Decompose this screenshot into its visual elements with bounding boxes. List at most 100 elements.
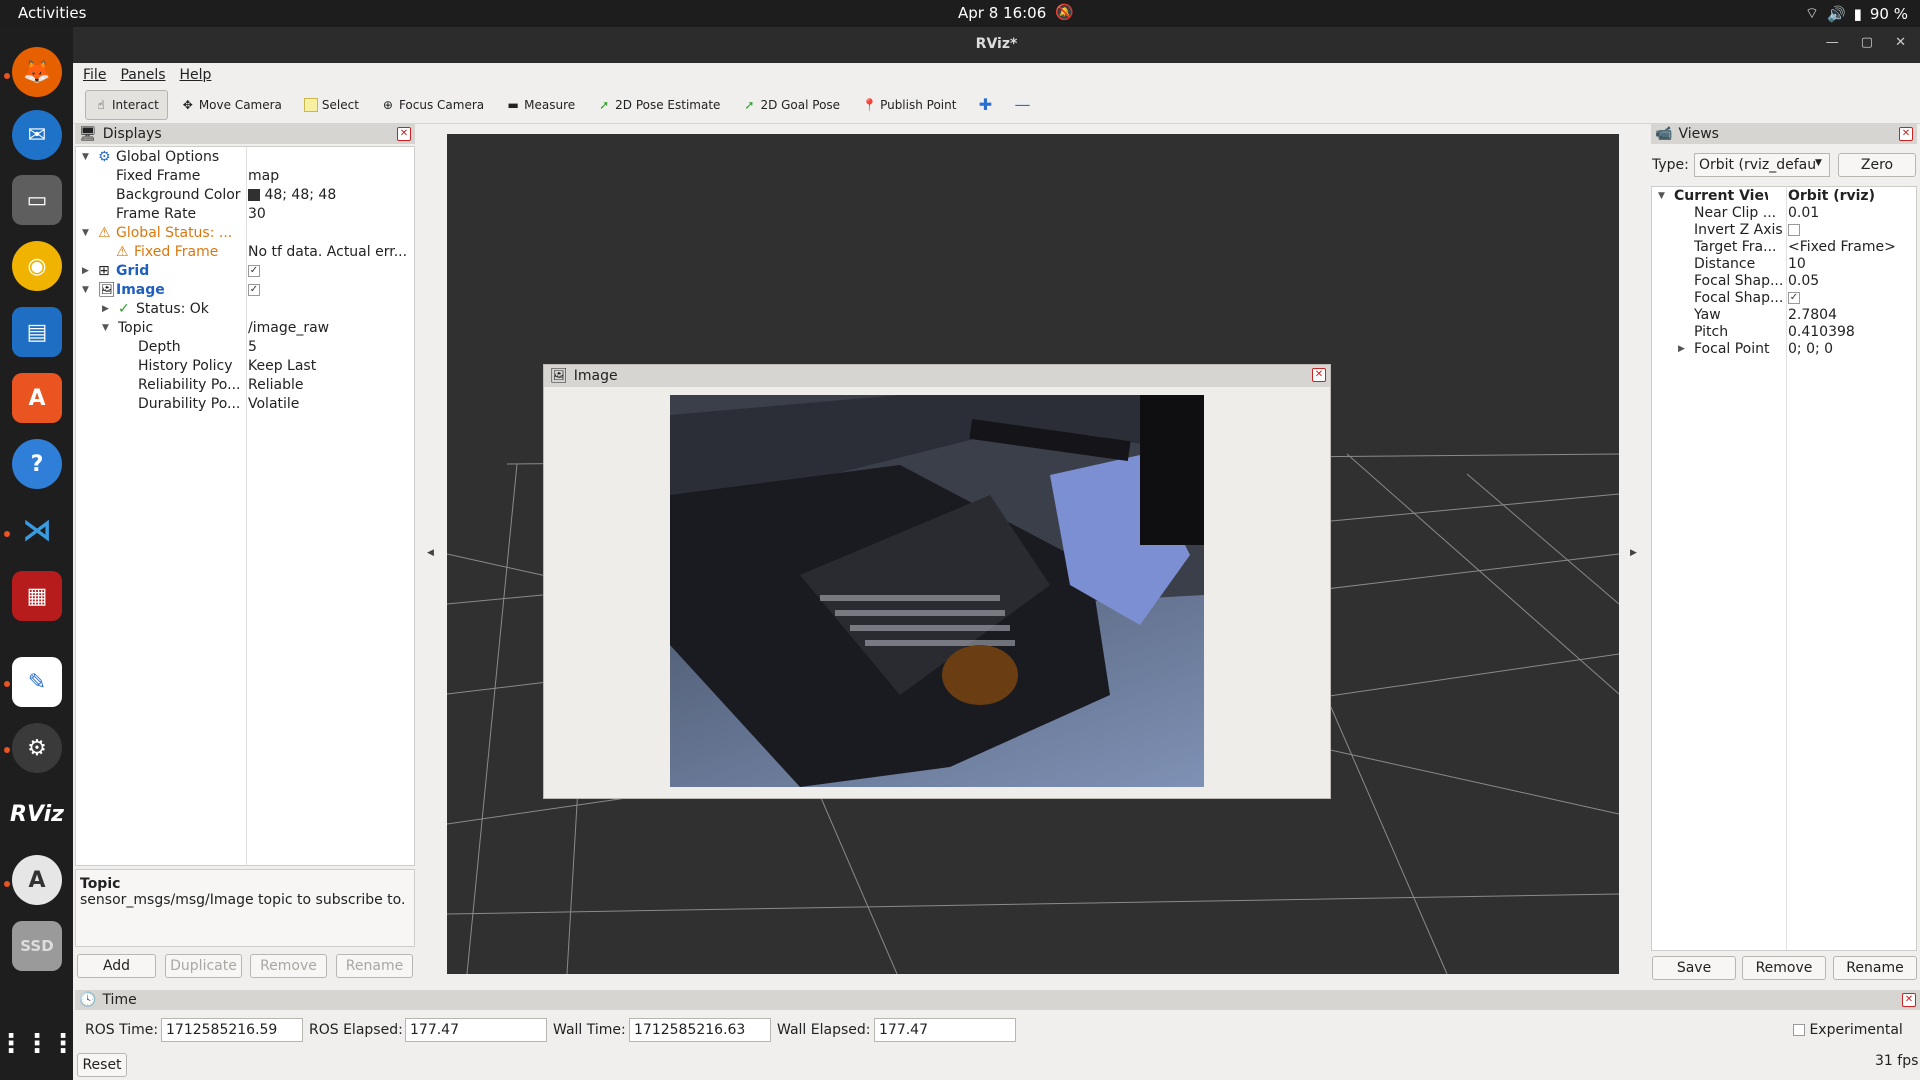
tree-row-history-policy[interactable]: History Policy Keep Last — [76, 357, 414, 376]
maximize-icon[interactable]: ▢ — [1861, 35, 1873, 50]
tree-row-target-frame[interactable]: Target Fra... <Fixed Frame> — [1652, 239, 1916, 256]
close-image-window-icon[interactable]: ✕ — [1312, 368, 1326, 382]
thunderbird-icon[interactable]: ✉ — [12, 110, 62, 160]
color-swatch — [248, 189, 260, 201]
remove-view-button[interactable]: Remove — [1742, 956, 1826, 980]
tree-row-current-view[interactable]: ▼ Current View Orbit (rviz) — [1652, 188, 1916, 205]
tree-row-depth[interactable]: Depth 5 — [76, 338, 414, 357]
text-editor-icon[interactable]: ✎ — [12, 657, 62, 707]
select-tool[interactable]: Select — [295, 90, 368, 120]
tree-row-fixed-frame-error[interactable]: ⚠ Fixed Frame No tf data. Actual err... — [76, 243, 414, 262]
menu-help[interactable]: Help — [180, 67, 212, 83]
experimental-checkbox[interactable] — [1793, 1024, 1805, 1036]
invert-z-checkbox[interactable] — [1788, 224, 1800, 236]
wall-time-field[interactable]: 1712585216.63 — [629, 1018, 771, 1042]
tree-row-status-ok[interactable]: ▶ ✓ Status: Ok — [76, 300, 414, 319]
ros-elapsed-field[interactable]: 177.47 — [405, 1018, 547, 1042]
firefox-icon[interactable]: 🦊 — [12, 47, 62, 97]
rename-display-button[interactable]: Rename — [336, 954, 413, 978]
collapse-arrow-icon[interactable]: ▶ — [1678, 341, 1685, 358]
tree-row-yaw[interactable]: Yaw 2.7804 — [1652, 307, 1916, 324]
expand-arrow-icon[interactable]: ▼ — [102, 319, 109, 338]
measure-tool[interactable]: ▬ Measure — [497, 90, 584, 120]
terminal-app-icon[interactable]: ▦ — [12, 571, 62, 621]
publish-point-tool[interactable]: 📍 Publish Point — [853, 90, 965, 120]
close-icon[interactable]: ✕ — [1895, 35, 1906, 50]
writer-icon[interactable]: ▤ — [12, 307, 62, 357]
view-type-select[interactable]: Orbit (rviz_defau — [1694, 153, 1830, 177]
add-tool-button[interactable]: ✚ — [969, 90, 1001, 120]
files-icon[interactable]: ▭ — [12, 175, 62, 225]
tree-row-topic[interactable]: ▼ Topic /image_raw — [76, 319, 414, 338]
tree-row-focal-shape-size[interactable]: Focal Shap... 0.05 — [1652, 273, 1916, 290]
wall-elapsed-field[interactable]: 177.47 — [874, 1018, 1016, 1042]
close-panel-icon[interactable]: ✕ — [397, 127, 411, 141]
tree-row-pitch[interactable]: Pitch 0.410398 — [1652, 324, 1916, 341]
collapse-arrow-icon[interactable]: ▶ — [102, 300, 109, 319]
tree-row-grid[interactable]: ▶ ⊞ Grid ✓ — [76, 262, 414, 281]
interact-tool[interactable]: ☝ Interact — [85, 90, 168, 120]
window-title-bar: RViz* — ▢ ✕ — [73, 27, 1920, 63]
remove-display-button[interactable]: Remove — [250, 954, 327, 978]
activities-button[interactable]: Activities — [18, 4, 86, 22]
close-panel-icon[interactable]: ✕ — [1899, 127, 1913, 141]
focus-camera-tool[interactable]: ⊕ Focus Camera — [372, 90, 493, 120]
menu-panels[interactable]: Panels — [120, 67, 165, 83]
save-view-button[interactable]: Save — [1652, 956, 1736, 980]
image-enabled-checkbox[interactable]: ✓ — [248, 284, 260, 296]
collapse-arrow-icon[interactable]: ▶ — [82, 262, 89, 281]
close-panel-icon[interactable]: ✕ — [1902, 993, 1916, 1007]
menu-file[interactable]: File — [83, 67, 106, 83]
remove-tool-button[interactable]: — — [1005, 90, 1037, 120]
system-top-bar: Activities Apr 8 16:06 🔕 ⌔ 🔊 ▮ 90 % — [0, 0, 1920, 27]
tree-row-global-options[interactable]: ▼ ⚙ Global Options — [76, 148, 414, 167]
monitor-icon: 🖥 — [79, 126, 97, 142]
rviz-icon[interactable]: RViz — [10, 789, 64, 839]
software-updater-icon[interactable]: A — [12, 855, 62, 905]
image-view-window[interactable]: 🖼 Image ✕ — [543, 364, 1331, 799]
tree-row-near-clip[interactable]: Near Clip ... 0.01 — [1652, 205, 1916, 222]
hand-cursor-icon: ☝ — [97, 98, 105, 112]
experimental-toggle[interactable]: Experimental — [1793, 1022, 1903, 1038]
expand-arrow-icon[interactable]: ▼ — [82, 224, 89, 243]
system-tray[interactable]: ⌔ 🔊 ▮ 90 % — [1805, 4, 1908, 23]
pose-estimate-tool[interactable]: ➚ 2D Pose Estimate — [588, 90, 729, 120]
minimize-icon[interactable]: — — [1826, 35, 1839, 50]
grid-enabled-checkbox[interactable]: ✓ — [248, 265, 260, 277]
tree-row-image[interactable]: ▼ 🖼 Image ✓ — [76, 281, 414, 300]
move-camera-tool[interactable]: ✥ Move Camera — [172, 90, 291, 120]
ros-time-field[interactable]: 1712585216.59 — [161, 1018, 303, 1042]
rename-view-button[interactable]: Rename — [1833, 956, 1917, 980]
tree-row-background-color[interactable]: Background Color 48; 48; 48 — [76, 186, 414, 205]
expand-arrow-icon[interactable]: ▼ — [1658, 188, 1665, 205]
tree-row-focal-point[interactable]: ▶ Focal Point 0; 0; 0 — [1652, 341, 1916, 358]
focal-shape-checkbox[interactable]: ✓ — [1788, 292, 1800, 304]
rhythmbox-icon[interactable]: ◉ — [12, 241, 62, 291]
tree-row-durability[interactable]: Durability Po... Volatile — [76, 395, 414, 414]
tree-row-fixed-frame[interactable]: Fixed Frame map — [76, 167, 414, 186]
ssd-drive-icon[interactable]: SSD — [12, 921, 62, 971]
duplicate-display-button[interactable]: Duplicate — [165, 954, 242, 978]
goal-pose-tool[interactable]: ➚ 2D Goal Pose — [733, 90, 849, 120]
collapse-right-icon[interactable]: ▶ — [1630, 548, 1637, 558]
help-icon[interactable]: ? — [12, 439, 62, 489]
ruler-icon: ▬ — [507, 98, 519, 112]
settings-icon[interactable]: ⚙ — [12, 723, 62, 773]
expand-arrow-icon[interactable]: ▼ — [82, 281, 89, 300]
add-display-button[interactable]: Add — [77, 954, 156, 978]
tree-row-invert-z[interactable]: Invert Z Axis — [1652, 222, 1916, 239]
zero-view-button[interactable]: Zero — [1838, 153, 1916, 177]
expand-arrow-icon[interactable]: ▼ — [82, 148, 89, 167]
image-window-titlebar[interactable]: 🖼 Image ✕ — [544, 365, 1330, 387]
collapse-left-icon[interactable]: ◀ — [427, 548, 434, 558]
app-center-icon[interactable]: A — [12, 373, 62, 423]
reset-time-button[interactable]: Reset — [77, 1053, 127, 1077]
show-apps-icon[interactable]: ⋮⋮⋮ — [0, 1019, 76, 1069]
tree-row-focal-shape-fixed[interactable]: Focal Shap... ✓ — [1652, 290, 1916, 307]
tree-row-global-status[interactable]: ▼ ⚠ Global Status: ... — [76, 224, 414, 243]
vscode-icon[interactable]: ⋊ — [12, 505, 62, 555]
clock[interactable]: Apr 8 16:06 — [958, 4, 1046, 22]
tree-row-reliability[interactable]: Reliability Po... Reliable — [76, 376, 414, 395]
tree-row-frame-rate[interactable]: Frame Rate 30 — [76, 205, 414, 224]
tree-row-distance[interactable]: Distance 10 — [1652, 256, 1916, 273]
